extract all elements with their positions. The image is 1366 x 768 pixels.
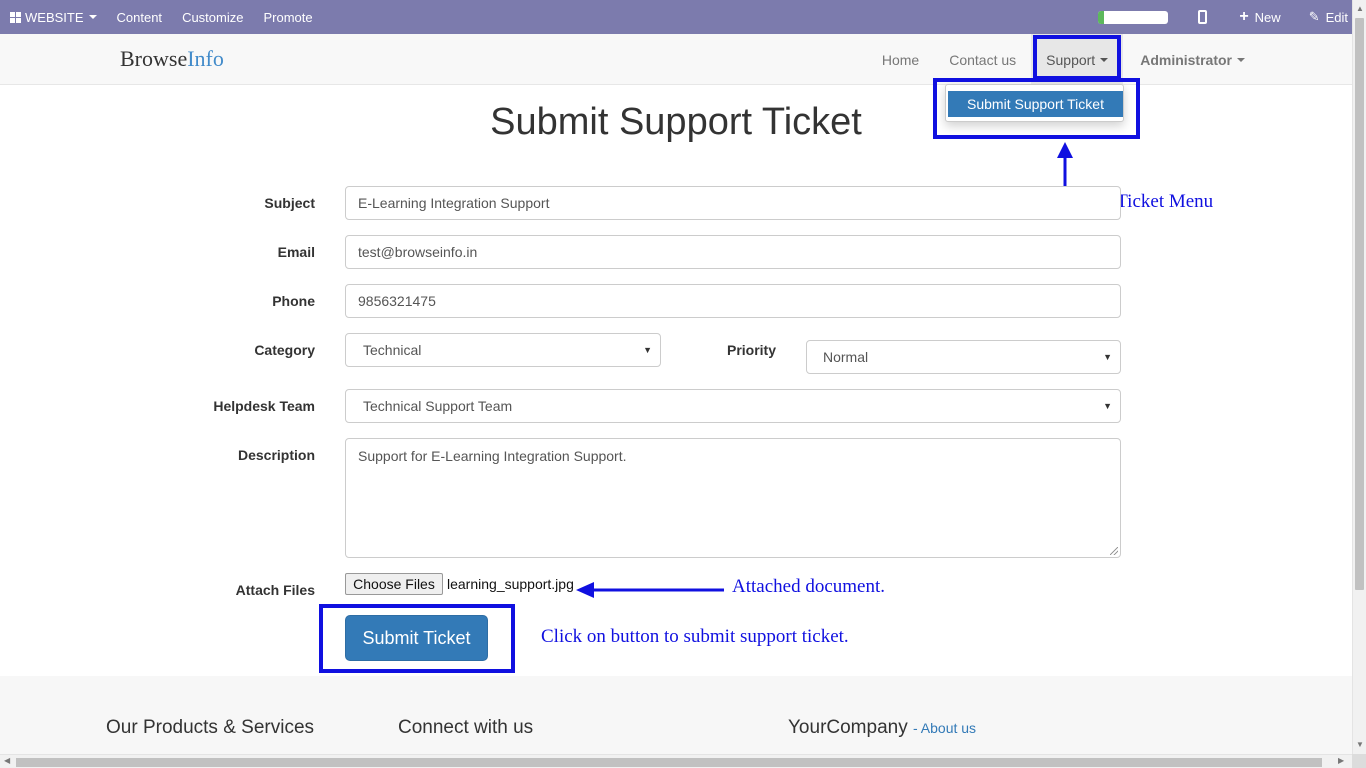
footer-company-title: YourCompany xyxy=(788,717,908,738)
subject-input[interactable]: E-Learning Integration Support xyxy=(345,186,1121,220)
brand-part2: Info xyxy=(187,46,224,71)
description-label: Description xyxy=(237,447,315,463)
footer-connect-title: Connect with us xyxy=(398,717,534,738)
edit-button[interactable]: ✎ Edit xyxy=(1309,0,1348,34)
priority-select[interactable]: Normal ▼ xyxy=(806,340,1121,374)
submit-highlight-box xyxy=(319,604,515,673)
pencil-icon: ✎ xyxy=(1308,9,1320,24)
email-value: test@browseinfo.in xyxy=(358,244,478,260)
submit-annotation: Click on button to submit support ticket… xyxy=(541,626,849,647)
scroll-right-icon[interactable]: ▶ xyxy=(1338,756,1344,765)
nav-home[interactable]: Home xyxy=(867,34,934,85)
select-arrow-icon: ▼ xyxy=(1103,401,1112,411)
attach-annotation: Attached document. xyxy=(732,576,886,597)
attached-file-name: learning_support.jpg xyxy=(447,576,574,592)
vertical-scroll-thumb[interactable] xyxy=(1355,18,1364,590)
resize-grip-icon[interactable] xyxy=(1110,547,1118,555)
category-value: Technical xyxy=(363,342,422,358)
scroll-left-icon[interactable]: ◀ xyxy=(4,756,10,765)
vertical-scrollbar[interactable]: ▲ ▼ xyxy=(1352,0,1366,768)
promote-menu[interactable]: Promote xyxy=(253,0,322,34)
description-textarea[interactable]: Support for E-Learning Integration Suppo… xyxy=(345,438,1121,558)
phone-label: Phone xyxy=(272,293,315,309)
priority-value: Normal xyxy=(823,349,869,365)
footer-about-link[interactable]: - About us xyxy=(913,720,976,736)
description-value: Support for E-Learning Integration Suppo… xyxy=(358,448,627,464)
new-button-label: New xyxy=(1254,9,1281,25)
new-button[interactable]: + New xyxy=(1233,0,1286,34)
helpdesk-team-value: Technical Support Team xyxy=(363,398,513,414)
page-title: Submit Support Ticket xyxy=(490,101,862,143)
editor-menu: WEBSITE Content Customize Promote xyxy=(0,0,323,34)
helpdesk-team-select[interactable]: Technical Support Team ▼ xyxy=(345,389,1121,423)
customize-menu[interactable]: Customize xyxy=(172,0,253,34)
phone-value: 9856321475 xyxy=(358,293,436,309)
helpdesk-team-label: Helpdesk Team xyxy=(213,398,315,414)
site-navbar: BrowseInfo Home Contact us Support Admin… xyxy=(0,34,1352,85)
email-label: Email xyxy=(277,244,315,260)
email-input[interactable]: test@browseinfo.in xyxy=(345,235,1121,269)
scroll-down-icon[interactable]: ▼ xyxy=(1356,740,1364,749)
select-arrow-icon: ▼ xyxy=(1103,352,1112,362)
scroll-up-icon[interactable]: ▲ xyxy=(1356,4,1364,13)
publish-progress-bar xyxy=(1098,10,1169,24)
choose-files-button[interactable]: Choose Files xyxy=(345,573,443,595)
content-menu[interactable]: Content xyxy=(107,0,173,34)
plus-icon: + xyxy=(1239,8,1249,25)
phone-input[interactable]: 9856321475 xyxy=(345,284,1121,318)
subject-label: Subject xyxy=(264,195,315,211)
horizontal-scroll-thumb[interactable] xyxy=(16,758,1322,767)
footer-company-heading: YourCompany - About us xyxy=(788,717,976,739)
mobile-preview-icon[interactable] xyxy=(1198,10,1208,24)
subject-value: E-Learning Integration Support xyxy=(358,195,550,211)
edit-button-label: Edit xyxy=(1325,9,1348,25)
editor-topbar: WEBSITE Content Customize Promote + New … xyxy=(0,0,1366,34)
brand-logo[interactable]: BrowseInfo xyxy=(120,46,224,72)
brand-part1: Browse xyxy=(120,46,188,71)
horizontal-scrollbar[interactable]: ◀ ▶ xyxy=(0,754,1352,768)
attach-arrow xyxy=(576,582,724,598)
caret-down-icon xyxy=(1237,57,1245,62)
editor-actions: + New ✎ Edit xyxy=(1098,0,1348,34)
progress-fill xyxy=(1098,10,1104,24)
website-menu-label: WEBSITE xyxy=(25,9,84,25)
footer-products-title: Our Products & Services xyxy=(106,717,315,738)
category-label: Category xyxy=(254,342,315,358)
attach-files-label: Attach Files xyxy=(235,582,315,598)
support-highlight-box xyxy=(1033,35,1121,80)
priority-label: Priority xyxy=(726,342,776,358)
nav-admin-label: Administrator xyxy=(1140,51,1232,68)
caret-down-icon xyxy=(88,15,97,19)
website-menu[interactable]: WEBSITE xyxy=(0,0,107,34)
menu-arrow xyxy=(1057,142,1073,190)
scrollbar-corner xyxy=(1352,754,1366,768)
nav-administrator[interactable]: Administrator xyxy=(1125,34,1260,85)
apps-grid-icon xyxy=(10,11,21,23)
